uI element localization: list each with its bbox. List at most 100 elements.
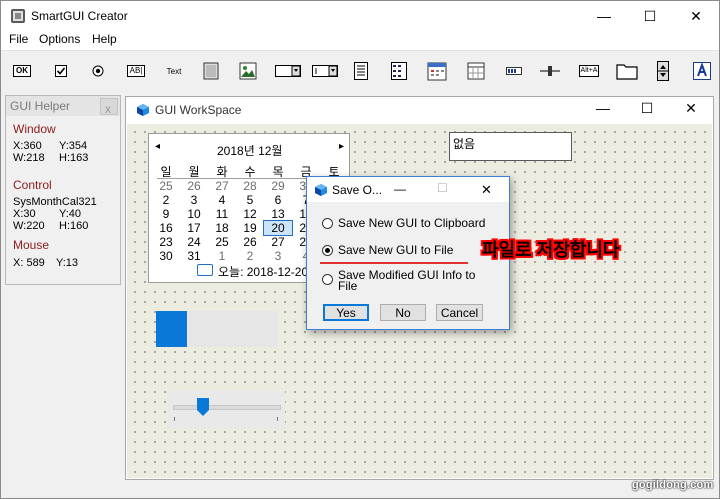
minimize-button[interactable]: —	[581, 1, 627, 31]
text-box-value: 없음	[453, 137, 476, 151]
main-window: SmartGUI Creator — ☐ ✕ File Options Help…	[0, 0, 720, 499]
progress-tool[interactable]	[505, 61, 523, 81]
groupbox-tool[interactable]	[201, 61, 221, 81]
calendar-day-cell[interactable]: 29	[264, 179, 292, 193]
calendar-day-cell[interactable]: 25	[152, 179, 180, 193]
calendar-day-cell[interactable]: 28	[236, 179, 264, 193]
app-title: SmartGUI Creator	[31, 9, 128, 23]
calendar-day-cell[interactable]: 27	[208, 179, 236, 193]
cancel-button[interactable]: Cancel	[436, 304, 483, 321]
close-icon: ✕	[685, 99, 697, 116]
option-clipboard-label[interactable]: Save New GUI to Clipboard	[338, 216, 485, 230]
slider-icon	[540, 66, 560, 76]
gui-helper-close-button[interactable]: x	[100, 98, 118, 116]
slider[interactable]	[167, 391, 285, 429]
minimize-icon: —	[596, 100, 610, 116]
calendar-day-cell[interactable]: 10	[180, 207, 208, 221]
calendar-month-title[interactable]: 2018년 12월	[217, 142, 282, 159]
menu-options[interactable]: Options	[39, 32, 80, 46]
radio-clipboard[interactable]	[322, 218, 333, 229]
calendar-day-cell[interactable]: 23	[152, 235, 180, 249]
calendar-day-cell[interactable]: 30	[152, 249, 180, 263]
workspace-close-button[interactable]: ✕	[670, 95, 712, 121]
datetime-tool[interactable]	[426, 61, 448, 81]
help-tool[interactable]	[692, 61, 712, 81]
radio-file[interactable]	[322, 245, 333, 256]
text-box[interactable]: 없음	[449, 132, 572, 161]
hotkey-tool[interactable]: Alt+A	[575, 61, 603, 81]
calendar-next-icon[interactable]: ▸	[339, 141, 344, 152]
maximize-icon[interactable]: ☐	[437, 181, 448, 195]
picture-icon	[239, 62, 257, 80]
calendar-prev-icon[interactable]: ◂	[155, 141, 160, 152]
dropdown-tool[interactable]	[274, 61, 302, 81]
option-file-label[interactable]: Save New GUI to File	[338, 243, 453, 257]
slider-tool[interactable]	[539, 61, 561, 81]
calendar-day-cell[interactable]: 25	[208, 235, 236, 249]
radio-tool[interactable]	[90, 61, 106, 81]
calendar-day-cell[interactable]: 3	[180, 193, 208, 207]
menu-file[interactable]: File	[9, 32, 28, 46]
calendar-day-cell[interactable]: 6	[264, 193, 292, 207]
workspace-minimize-button[interactable]: —	[582, 95, 624, 121]
monthcal-tool[interactable]	[466, 61, 486, 81]
calendar-day-cell[interactable]: 9	[152, 207, 180, 221]
yes-button[interactable]: Yes	[323, 304, 369, 321]
title-bar[interactable]: SmartGUI Creator — ☐ ✕	[1, 1, 719, 31]
option-modified-label[interactable]: Save Modified GUI Info to	[338, 268, 475, 282]
yes-button-label: Yes	[336, 305, 356, 320]
listbox-tool[interactable]	[352, 61, 370, 81]
no-button[interactable]: No	[380, 304, 426, 321]
calendar-today-label[interactable]: 오늘: 2018-12-20	[218, 263, 308, 280]
helper-window-h: H:163	[59, 152, 89, 164]
progress-icon	[506, 67, 522, 75]
workspace-icon	[137, 104, 149, 116]
folder-tool[interactable]	[615, 61, 639, 81]
calendar-day-cell[interactable]: 12	[236, 207, 264, 221]
updown-tool[interactable]	[656, 61, 670, 81]
text-tool[interactable]: Text	[162, 61, 186, 81]
calendar-day-cell[interactable]: 16	[152, 221, 180, 235]
combobox-tool[interactable]	[311, 61, 339, 81]
calendar-day-cell[interactable]: 26	[180, 179, 208, 193]
helper-window-w: W:218	[13, 152, 45, 164]
calendar-day-cell[interactable]: 5	[236, 193, 264, 207]
calendar-day-cell[interactable]: 26	[236, 235, 264, 249]
option-modified-label-cont[interactable]: File	[338, 279, 357, 293]
groupbox-icon	[203, 62, 219, 80]
calendar-day-cell[interactable]: 4	[208, 193, 236, 207]
slider-thumb[interactable]	[196, 398, 209, 416]
calendar-day-cell[interactable]: 27	[264, 235, 292, 249]
edit-field-icon: AB|	[126, 65, 146, 77]
checkbox-tool[interactable]	[53, 61, 69, 81]
workspace-maximize-button[interactable]: ☐	[626, 95, 668, 121]
listview-tool[interactable]	[390, 61, 408, 81]
calendar-day-cell[interactable]: 31	[180, 249, 208, 263]
calendar-today-cell[interactable]: 20	[263, 220, 293, 236]
minimize-icon[interactable]: —	[394, 182, 406, 196]
calendar-day-cell[interactable]: 3	[264, 249, 292, 263]
calendar-day-cell[interactable]: 17	[180, 221, 208, 235]
calendar-day-cell[interactable]: 24	[180, 235, 208, 249]
workspace-titlebar[interactable]: GUI WorkSpace — ☐ ✕	[126, 97, 713, 123]
close-icon[interactable]: ✕	[481, 182, 492, 198]
menu-help[interactable]: Help	[92, 32, 117, 46]
dialog-titlebar[interactable]: Save O... — ☐ ✕	[307, 177, 509, 202]
minimize-icon: —	[597, 8, 611, 24]
calendar-day-cell[interactable]: 2	[236, 249, 264, 263]
calendar-day-cell[interactable]: 18	[208, 221, 236, 235]
calendar-day-cell[interactable]: 13	[264, 207, 292, 221]
calendar-day-cell[interactable]: 1	[208, 249, 236, 263]
close-button[interactable]: ✕	[673, 1, 719, 31]
button-ok-tool[interactable]: OK	[11, 61, 33, 81]
edit-tool[interactable]: AB|	[124, 61, 148, 81]
calendar-day-cell[interactable]: 19	[236, 221, 264, 235]
gui-helper-titlebar[interactable]: GUI Helper x	[6, 96, 120, 116]
close-icon: ✕	[690, 7, 702, 24]
maximize-button[interactable]: ☐	[627, 1, 673, 31]
picture-tool[interactable]	[238, 61, 258, 81]
radio-modified[interactable]	[322, 274, 333, 285]
calendar-day-cell[interactable]: 2	[152, 193, 180, 207]
gui-helper-panel: GUI Helper x Window X:360 Y:354 W:218 H:…	[5, 95, 121, 285]
calendar-day-cell[interactable]: 11	[208, 207, 236, 221]
